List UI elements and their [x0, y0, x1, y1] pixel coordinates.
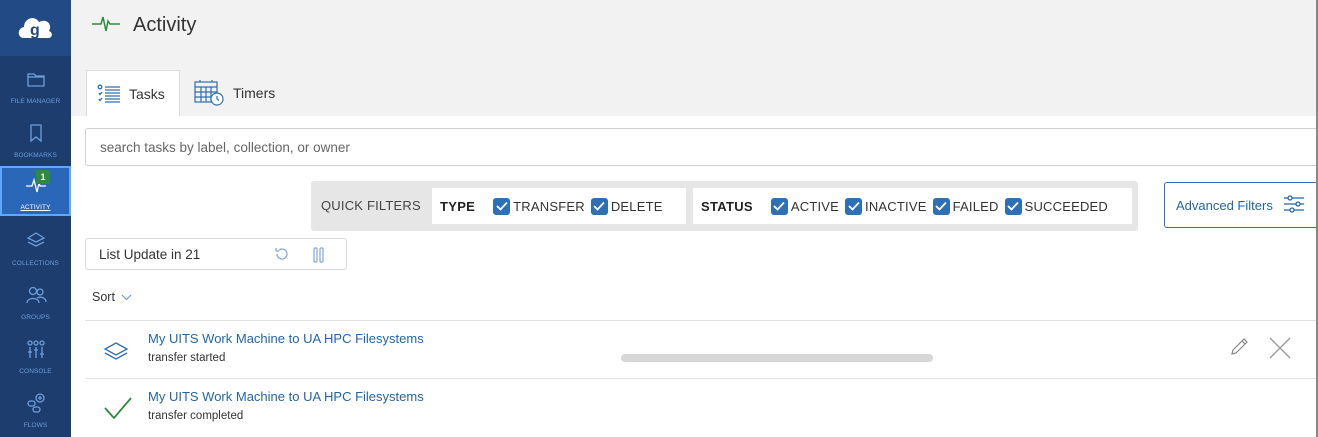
app-window: g FILE MANAGER BOOKMARKS 1 ACTIVITY COLL… [0, 0, 1318, 437]
quick-filters-label: QUICK FILTERS [321, 198, 421, 213]
search-input[interactable] [85, 128, 1318, 166]
filter-sliders-icon [1273, 194, 1305, 217]
succeeded-checkbox[interactable]: SUCCEEDED [1004, 197, 1109, 215]
edit-pencil-icon[interactable] [1228, 336, 1250, 363]
task-row[interactable]: My UITS Work Machine to UA HPC Filesyste… [85, 378, 1318, 436]
failed-checkbox-label: FAILED [952, 198, 999, 214]
quick-filters: QUICK FILTERS TYPE TRANSFER DELETE STATU… [311, 181, 1138, 231]
delete-checkbox-label: DELETE [610, 198, 663, 214]
sidebar-item-bookmarks[interactable]: BOOKMARKS [0, 114, 71, 168]
sidebar-item-flows[interactable]: FLOWS [0, 384, 71, 437]
sidebar-item-collections[interactable]: COLLECTIONS [0, 222, 71, 276]
layers-icon [25, 230, 47, 257]
task-title-link[interactable]: My UITS Work Machine to UA HPC Filesyste… [148, 331, 424, 346]
task-status: transfer completed [148, 410, 244, 422]
sidebar-item-label: FLOWS [23, 422, 48, 429]
title-row: Activity [91, 12, 196, 39]
advanced-filters-button[interactable]: Advanced Filters [1164, 182, 1318, 228]
task-row[interactable]: My UITS Work Machine to UA HPC Filesyste… [85, 320, 1318, 378]
main-content: Activity Tasks Timers QUICK FILTERS TYPE [71, 0, 1318, 437]
pause-icon[interactable] [312, 247, 326, 266]
cancel-task-close-icon[interactable] [1268, 336, 1292, 365]
active-checkbox[interactable]: ACTIVE [770, 197, 840, 215]
type-filter-title: TYPE [440, 198, 476, 214]
sort-label: Sort [92, 290, 115, 304]
transfer-checkbox[interactable]: TRANSFER [493, 197, 585, 215]
bookmark-icon [25, 122, 47, 149]
page-title: Activity [133, 14, 197, 36]
checkmark-icon [770, 197, 788, 215]
succeeded-checkbox-label: SUCCEEDED [1024, 198, 1109, 214]
advanced-filters-label: Advanced Filters [1176, 197, 1273, 213]
activity-pulse-icon [91, 12, 121, 39]
tab-label: Timers [233, 85, 276, 101]
transfer-layers-icon [103, 339, 129, 368]
tab-label: Tasks [129, 85, 165, 102]
checkmark-icon [932, 197, 950, 215]
status-filter-group: STATUS ACTIVE INACTIVE FAILED SUCCEEDED [693, 188, 1132, 224]
globus-logo-icon[interactable]: g [0, 0, 71, 56]
inactive-checkbox[interactable]: INACTIVE [845, 197, 927, 215]
sidebar-item-groups[interactable]: GROUPS [0, 276, 71, 330]
notification-badge: 1 [36, 170, 50, 184]
sidebar: g FILE MANAGER BOOKMARKS 1 ACTIVITY COLL… [0, 0, 71, 437]
sidebar-item-label: CONSOLE [19, 368, 52, 375]
sidebar-item-label: BOOKMARKS [14, 152, 57, 159]
list-update-control: List Update in 21 [85, 238, 347, 270]
svg-text:g: g [30, 22, 40, 39]
status-filter-title: STATUS [701, 198, 753, 214]
checkmark-icon [590, 197, 608, 215]
checkmark-icon [493, 197, 511, 215]
list-update-label: List Update in 21 [99, 246, 201, 262]
checkmark-icon [1004, 197, 1022, 215]
delete-checkbox[interactable]: DELETE [590, 197, 663, 215]
tab-tasks[interactable]: Tasks [86, 70, 180, 116]
refresh-icon[interactable] [274, 246, 290, 265]
task-progress-bar [621, 354, 933, 362]
sidebar-item-file-manager[interactable]: FILE MANAGER [0, 60, 71, 114]
task-status: transfer started [148, 352, 226, 364]
type-filter-group: TYPE TRANSFER DELETE [432, 188, 686, 224]
sidebar-item-console[interactable]: CONSOLE [0, 330, 71, 384]
page-header: Activity Tasks Timers [71, 0, 1318, 116]
people-icon [25, 284, 47, 311]
sidebar-item-label: ACTIVITY [20, 204, 51, 211]
calendar-clock-icon [193, 79, 225, 107]
transfer-checkbox-label: TRANSFER [513, 198, 585, 214]
flows-icon [25, 392, 47, 419]
sidebar-item-label: GROUPS [21, 314, 50, 321]
folder-icon [25, 68, 47, 95]
sidebar-item-label: COLLECTIONS [12, 260, 59, 267]
checkmark-icon [103, 395, 133, 426]
chevron-down-icon [115, 290, 132, 304]
task-title-link[interactable]: My UITS Work Machine to UA HPC Filesyste… [148, 389, 424, 404]
sidebar-item-label: FILE MANAGER [10, 98, 61, 105]
failed-checkbox[interactable]: FAILED [932, 197, 999, 215]
active-checkbox-label: ACTIVE [790, 198, 840, 214]
tab-timers[interactable]: Timers [183, 70, 289, 116]
checkmark-icon [845, 197, 863, 215]
task-list-icon [97, 83, 121, 105]
sidebar-item-activity[interactable]: 1 ACTIVITY [0, 166, 71, 216]
inactive-checkbox-label: INACTIVE [865, 198, 927, 214]
sort-dropdown[interactable]: Sort [92, 290, 132, 304]
sliders-icon [25, 338, 47, 365]
